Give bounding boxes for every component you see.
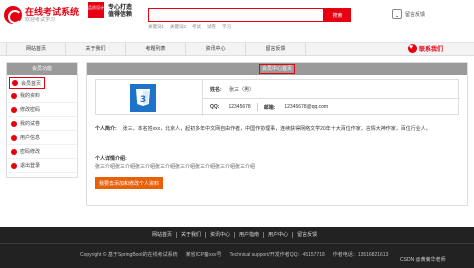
sidebar-title: 会员功能 [7, 63, 77, 75]
site-subtitle: 欢迎考试学习 [25, 16, 56, 23]
quality-badge: 品质设计 [88, 2, 104, 18]
name-row: 姓名: 张三（男） [210, 86, 254, 93]
intro-section: 个人简介: 张三，本名姓xxx，北京人，起初多年中文网自由作者，中国作协理事，连续… [95, 125, 459, 133]
nav-item-about[interactable]: 关于我们 [66, 43, 126, 55]
footer-links: 网站首页 关于我们 资讯中心 用户指南 用户中心 留言反馈 [148, 232, 321, 238]
intro-text: 张三，本名姓xxx，北京人，起初多年中文网自由作者，中国作协理事，连续获得网络文… [122, 126, 431, 132]
css3-logo-icon: 3 [136, 89, 150, 106]
heart-icon [408, 43, 417, 53]
name-value: 张三（男） [229, 87, 255, 93]
nav-item-news[interactable]: 资讯中心 [186, 43, 246, 55]
sidebar-item-change-password[interactable]: 密码修改 [7, 145, 77, 159]
sidebar-item-label: 修改密码 [20, 107, 41, 113]
key-icon [11, 148, 17, 155]
contact-link[interactable]: 联系我们 [408, 43, 444, 53]
site-header: 在线考试系统 欢迎考试学习 品质设计 专心打造 值得信赖 搜索 关键词1 关键词… [0, 0, 474, 40]
profile-card: 3 姓名: 张三（男） QQ: 12345678 邮箱: 12345678@qq… [95, 79, 460, 116]
sidebar-item-label: 我的资料 [20, 93, 41, 99]
sidebar-item-profile[interactable]: 我的资料 [7, 89, 77, 103]
sidebar-item-logout[interactable]: 退出登录 [7, 159, 77, 173]
icp-text: 某省ICP备xxx号 [185, 252, 222, 258]
sidebar-item-my-exams[interactable]: 我的试卷 [7, 117, 77, 131]
nav-item-exams[interactable]: 考题列表 [126, 43, 186, 55]
footer-link-user-center[interactable]: 用户中心 [264, 232, 294, 238]
hot-keyword[interactable]: 关键词2 [170, 24, 186, 30]
member-sidebar: 会员功能 会员首页 我的资料 修改密码 我的试卷 用户信息 密码修改 退出登录 [6, 62, 78, 178]
document-icon [11, 120, 17, 127]
sidebar-item-label: 退出登录 [20, 163, 41, 169]
hot-keywords: 关键词1 关键词2 考试 试卷 学习 [148, 24, 231, 30]
watermark: CSDN @黄菊华老师 [400, 257, 446, 263]
phone-icon [392, 9, 402, 19]
hot-keyword[interactable]: 试卷 [207, 24, 216, 30]
logo-icon [4, 6, 22, 24]
site-title: 在线考试系统 [25, 6, 80, 17]
home-icon [12, 80, 18, 86]
sidebar-item-label: 会员首页 [21, 80, 42, 87]
sidebar-item-label: 密码修改 [20, 149, 41, 155]
sidebar-item-label: 用户信息 [20, 135, 41, 141]
info-icon [11, 134, 17, 141]
support-text: Technical support/开发作者QQ：45157718 [229, 252, 325, 258]
sidebar-item-user-info[interactable]: 用户信息 [7, 131, 77, 145]
footer-link-guide[interactable]: 用户指南 [235, 232, 265, 238]
sidebar-item-label: 我的试卷 [20, 121, 41, 127]
intro-label: 个人简介: [95, 126, 117, 132]
nav-item-home[interactable]: 网站首页 [6, 43, 66, 55]
hot-keyword[interactable]: 考试 [192, 24, 201, 30]
page-title: 会员中心首页 [259, 64, 296, 74]
avatar: 3 [130, 84, 156, 112]
contact-label: 联系我们 [419, 47, 444, 53]
main-nav: 网站首页 关于我们 考题列表 资讯中心 留言反馈 联系我们 [0, 42, 474, 56]
edit-profile-button[interactable]: 我要去添加和修改个人资料 [95, 177, 163, 189]
contact-row: QQ: 12345678 邮箱: 12345678@qq.com [210, 103, 329, 111]
footer-link-feedback[interactable]: 留言反馈 [293, 232, 321, 238]
site-slogan: 专心打造 值得信赖 [108, 4, 133, 18]
search-button[interactable]: 搜索 [324, 8, 351, 22]
nav-item-feedback[interactable]: 留言反馈 [246, 43, 306, 55]
phone-text: 作者电话：13516821613 [332, 252, 389, 258]
detail-title: 个人详情介绍: [95, 156, 127, 162]
footer-link-home[interactable]: 网站首页 [148, 232, 178, 238]
feedback-label: 留言反馈 [405, 11, 426, 18]
panel-header: 会员中心首页 [87, 63, 467, 75]
lock-icon [11, 106, 17, 113]
email-value: 12345678@qq.com [284, 104, 329, 110]
search-bar: 搜索 [148, 8, 351, 22]
detail-text: 张三介绍张三介绍张三介绍张三介绍张三介绍张三介绍张三介绍张三介绍 [95, 164, 256, 170]
feedback-link[interactable]: 留言反馈 [392, 9, 425, 19]
hot-keyword[interactable]: 学习 [222, 24, 231, 30]
logout-icon [11, 162, 17, 169]
footer-link-news[interactable]: 资讯中心 [206, 232, 236, 238]
qq-label: QQ: [210, 104, 220, 110]
sidebar-item-member-home[interactable]: 会员首页 [9, 77, 45, 89]
site-logo[interactable]: 在线考试系统 欢迎考试学习 [4, 6, 79, 24]
copyright-text: Copyright © 基于SpringBoot的在线考试系统 [80, 252, 178, 258]
search-input[interactable] [148, 8, 324, 22]
footer-link-about[interactable]: 关于我们 [177, 232, 207, 238]
qq-value: 12345678 [228, 104, 251, 110]
hot-keyword[interactable]: 关键词1 [148, 24, 164, 30]
svg-text:3: 3 [140, 95, 146, 105]
sidebar-item-password[interactable]: 修改密码 [7, 103, 77, 117]
copyright: Copyright © 基于SpringBoot的在线考试系统 某省ICP备xx… [80, 251, 388, 258]
email-label: 邮箱: [263, 105, 276, 111]
name-label: 姓名: [210, 87, 222, 93]
member-main-panel: 会员中心首页 3 姓名: 张三（男） QQ: 12345678 邮箱: 1234… [86, 62, 468, 206]
user-icon [11, 92, 17, 99]
